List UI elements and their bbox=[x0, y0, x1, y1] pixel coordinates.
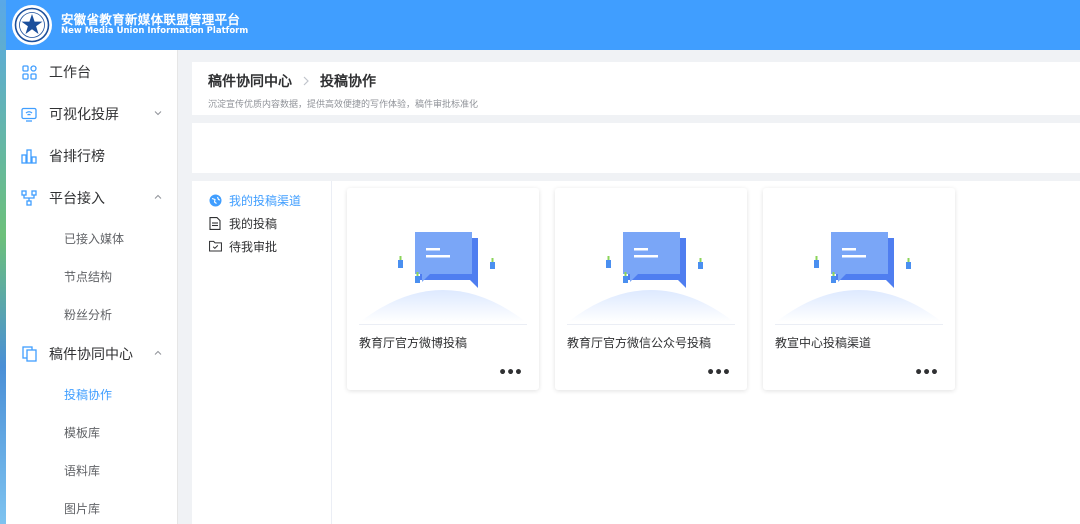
platform-title-cn: 安徽省教育新媒体联盟管理平台 bbox=[61, 11, 241, 27]
sidebar-item-screen-cast[interactable]: 可视化投屏 bbox=[6, 93, 177, 135]
channel-card[interactable]: 教宣中心投稿渠道 ••• bbox=[763, 188, 955, 390]
platform-title-en: New Media Union Information Platform bbox=[61, 26, 249, 37]
sidebar-subitem-connected-media[interactable]: 已接入媒体 bbox=[6, 219, 177, 257]
page-description: 沉淀宣传优质内容数据，提供高效便捷的写作体验，稿件审批标准化 bbox=[208, 100, 479, 110]
breadcrumb-current: 投稿协作 bbox=[320, 74, 376, 90]
screen-cast-icon bbox=[21, 106, 37, 122]
main-content: 稿件协同中心 投稿协作 沉淀宣传优质内容数据，提供高效便捷的写作体验，稿件审批标… bbox=[192, 62, 1080, 524]
sidebar-item-platform-access[interactable]: 平台接入 bbox=[6, 177, 177, 219]
sidebar-item-label: 稿件协同中心 bbox=[49, 347, 133, 363]
sidebar-subitem-image-library[interactable]: 图片库 bbox=[6, 489, 177, 524]
tab-my-channels[interactable]: 我的投稿渠道 bbox=[192, 189, 331, 212]
platform-logo bbox=[12, 5, 52, 45]
chevron-right-icon bbox=[302, 75, 310, 87]
platform-brand: 安徽省教育新媒体联盟管理平台 New Media Union Informati… bbox=[61, 11, 249, 37]
sidebar-item-label: 可视化投屏 bbox=[49, 107, 119, 123]
tab-label: 我的投稿渠道 bbox=[229, 194, 302, 208]
sidebar-item-label: 工作台 bbox=[49, 65, 91, 81]
page-header: 稿件协同中心 投稿协作 沉淀宣传优质内容数据，提供高效便捷的写作体验，稿件审批标… bbox=[192, 62, 1080, 115]
tab-label: 待我审批 bbox=[229, 240, 278, 254]
toolbar-panel bbox=[192, 123, 1080, 173]
chat-bubble-illustration-icon bbox=[360, 232, 526, 322]
card-divider bbox=[775, 324, 943, 325]
sidebar-item-manuscript-center[interactable]: 稿件协同中心 bbox=[6, 333, 177, 375]
more-options-icon[interactable]: ••• bbox=[914, 366, 939, 380]
sidebar: 工作台 可视化投屏 省排行榜 平台接入 已接入媒体 节点结构 粉丝分析 稿件协同… bbox=[6, 50, 178, 524]
folder-check-icon bbox=[209, 240, 222, 253]
channel-card[interactable]: 教育厅官方微信公众号投稿 ••• bbox=[555, 188, 747, 390]
sidebar-item-label: 省排行榜 bbox=[49, 149, 105, 165]
tab-pending-approval[interactable]: 待我审批 bbox=[192, 235, 331, 258]
sidebar-item-rankings[interactable]: 省排行榜 bbox=[6, 135, 177, 177]
sidebar-subitem-submission-collab[interactable]: 投稿协作 bbox=[6, 375, 177, 413]
tab-label: 我的投稿 bbox=[229, 217, 278, 231]
chat-bubble-illustration-icon bbox=[776, 232, 942, 322]
channel-content: 我的投稿渠道 我的投稿 待我审批 教育厅官方微博投稿 ••• 教育厅官方微信公众… bbox=[192, 181, 1080, 524]
breadcrumb-item[interactable]: 稿件协同中心 bbox=[208, 71, 292, 91]
sidebar-item-dashboard[interactable]: 工作台 bbox=[6, 51, 177, 93]
bar-chart-icon bbox=[21, 148, 37, 164]
dashboard-icon bbox=[21, 64, 37, 80]
channel-card-list: 教育厅官方微博投稿 ••• 教育厅官方微信公众号投稿 ••• 教宣中心投稿渠道 … bbox=[347, 188, 971, 390]
document-icon bbox=[209, 217, 222, 230]
sidebar-subitem-template-library[interactable]: 模板库 bbox=[6, 413, 177, 451]
chevron-up-icon bbox=[154, 350, 162, 355]
channel-card[interactable]: 教育厅官方微博投稿 ••• bbox=[347, 188, 539, 390]
sidebar-subitem-fan-analysis[interactable]: 粉丝分析 bbox=[6, 295, 177, 333]
card-divider bbox=[359, 324, 527, 325]
sidebar-item-label: 平台接入 bbox=[49, 191, 105, 207]
network-icon bbox=[21, 190, 37, 206]
breadcrumb: 稿件协同中心 投稿协作 bbox=[208, 71, 1080, 91]
card-divider bbox=[567, 324, 735, 325]
documents-icon bbox=[21, 346, 37, 362]
more-options-icon[interactable]: ••• bbox=[706, 366, 731, 380]
star-emblem-icon bbox=[14, 7, 50, 43]
card-title: 教宣中心投稿渠道 bbox=[775, 336, 872, 350]
card-title: 教育厅官方微信公众号投稿 bbox=[567, 336, 712, 350]
tab-my-submissions[interactable]: 我的投稿 bbox=[192, 212, 331, 235]
globe-icon bbox=[209, 194, 222, 207]
sidebar-subitem-corpus-library[interactable]: 语料库 bbox=[6, 451, 177, 489]
chat-bubble-illustration-icon bbox=[568, 232, 734, 322]
chevron-down-icon bbox=[154, 111, 162, 116]
app-header: 安徽省教育新媒体联盟管理平台 New Media Union Informati… bbox=[6, 0, 1080, 50]
submission-tabs: 我的投稿渠道 我的投稿 待我审批 bbox=[192, 181, 332, 524]
sidebar-subitem-node-structure[interactable]: 节点结构 bbox=[6, 257, 177, 295]
chevron-up-icon bbox=[154, 194, 162, 199]
more-options-icon[interactable]: ••• bbox=[498, 366, 523, 380]
card-title: 教育厅官方微博投稿 bbox=[359, 336, 468, 350]
